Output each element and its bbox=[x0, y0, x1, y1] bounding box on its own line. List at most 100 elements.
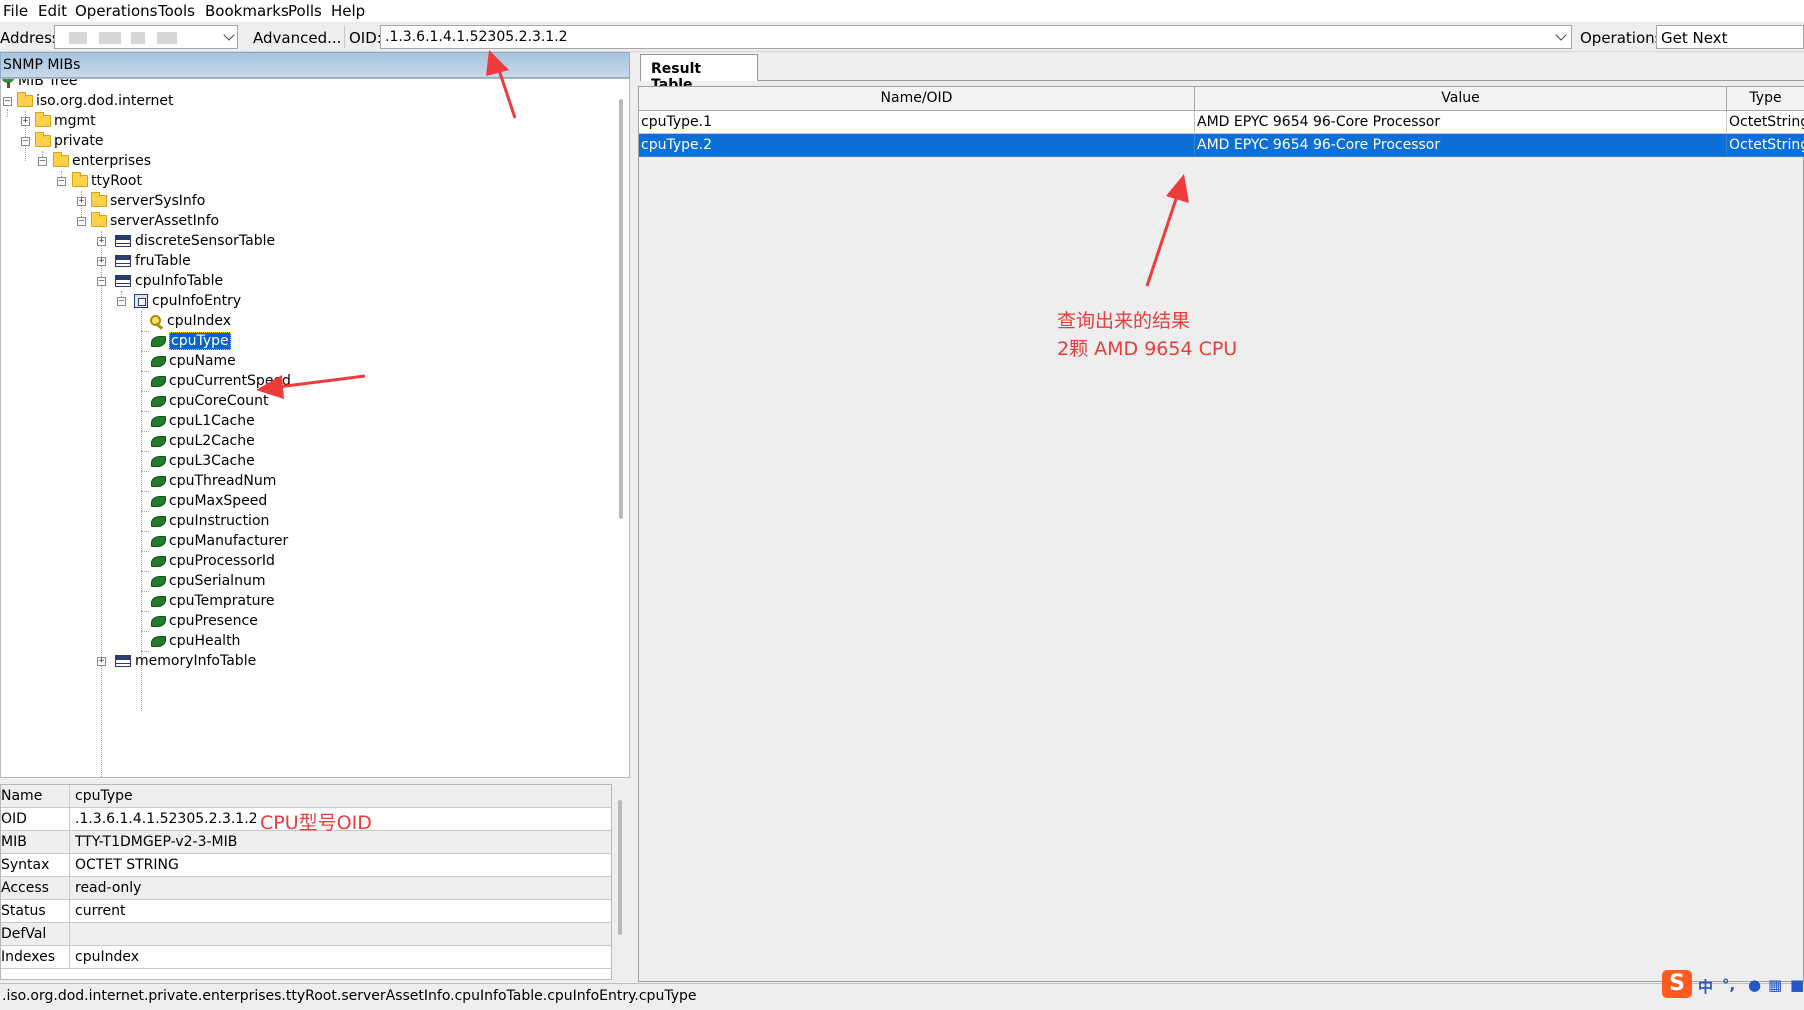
ime-mode[interactable]: 中 bbox=[1698, 976, 1713, 997]
collapse-toggle-icon[interactable]: – bbox=[97, 277, 106, 286]
menu-file[interactable]: File bbox=[3, 2, 28, 20]
leaf-icon bbox=[151, 555, 166, 567]
tree-node-memoryinfotable[interactable]: memoryInfoTable bbox=[115, 651, 256, 671]
tab-underline bbox=[758, 80, 1804, 81]
keyboard-icon[interactable]: ▦ bbox=[1768, 976, 1782, 994]
annotation-oid-note: CPU型号OID bbox=[260, 812, 372, 834]
tree-leaf-cpul2cache[interactable]: cpuL2Cache bbox=[151, 431, 255, 451]
tree-leaf-cpupresence[interactable]: cpuPresence bbox=[151, 611, 258, 631]
folder-icon bbox=[35, 112, 51, 127]
cell-name-oid: cpuType.1 bbox=[639, 111, 1195, 134]
tree-node-serversysinfo[interactable]: serverSysInfo bbox=[91, 191, 205, 211]
result-table: Name/OID Value Type cpuType.1 AMD EPYC 9… bbox=[638, 86, 1804, 982]
leaf-icon bbox=[151, 535, 166, 547]
tree-node-cpuinfoentry[interactable]: cpuInfoEntry bbox=[134, 291, 241, 311]
prop-row-indexes: Indexes cpuIndex bbox=[1, 946, 611, 969]
tree-node-mgmt[interactable]: mgmt bbox=[35, 111, 96, 131]
expand-toggle-icon[interactable]: + bbox=[77, 197, 86, 206]
menu-polls[interactable]: Polls bbox=[288, 2, 322, 20]
tree-node-iso[interactable]: iso.org.dod.internet bbox=[17, 91, 174, 111]
column-header-name-oid[interactable]: Name/OID bbox=[639, 87, 1195, 111]
tree-leaf-cpucurrentspeed[interactable]: cpuCurrentSpeed bbox=[151, 371, 291, 391]
leaf-icon bbox=[151, 375, 166, 387]
expand-toggle-icon[interactable]: + bbox=[97, 657, 106, 666]
leaf-icon bbox=[151, 635, 166, 647]
leaf-icon bbox=[151, 495, 166, 507]
mib-tree[interactable]: MIB Tree – iso.org.dod.internet + mgmt –… bbox=[0, 78, 630, 778]
collapse-toggle-icon[interactable]: – bbox=[117, 297, 126, 306]
props-scrollbar[interactable] bbox=[618, 800, 622, 935]
menu-help[interactable]: Help bbox=[331, 2, 365, 20]
tab-result-table[interactable]: Result Table bbox=[640, 54, 758, 93]
tree-leaf-cpuhealth[interactable]: cpuHealth bbox=[151, 631, 240, 651]
collapse-toggle-icon[interactable]: – bbox=[57, 177, 66, 186]
tree-leaf-cputype[interactable]: cpuType bbox=[151, 331, 231, 351]
collapse-toggle-icon[interactable]: – bbox=[77, 217, 86, 226]
tree-node-private[interactable]: private bbox=[35, 131, 104, 151]
separator bbox=[344, 26, 345, 48]
menu-tools[interactable]: Tools bbox=[158, 2, 195, 20]
prop-row-status: Status current bbox=[1, 900, 611, 923]
table-icon bbox=[115, 275, 131, 287]
tree-node-enterprises[interactable]: enterprises bbox=[53, 151, 151, 171]
tree-node-discretesensortable[interactable]: discreteSensorTable bbox=[115, 231, 275, 251]
address-field[interactable] bbox=[54, 25, 238, 49]
tree-node-cpuinfotable[interactable]: cpuInfoTable bbox=[115, 271, 223, 291]
leaf-icon bbox=[151, 335, 166, 347]
tree-leaf-cpul3cache[interactable]: cpuL3Cache bbox=[151, 451, 255, 471]
tree-leaf-cpucorecount[interactable]: cpuCoreCount bbox=[151, 391, 268, 411]
menu-bookmarks[interactable]: Bookmarks bbox=[205, 2, 289, 20]
tree-leaf-cpuindex[interactable]: cpuIndex bbox=[149, 311, 231, 331]
tree-leaf-cpuserialnum[interactable]: cpuSerialnum bbox=[151, 571, 265, 591]
column-header-type[interactable]: Type bbox=[1727, 87, 1804, 111]
tree-node-root[interactable]: MIB Tree bbox=[1, 79, 77, 91]
expand-toggle-icon[interactable]: + bbox=[21, 117, 30, 126]
shirt-icon[interactable]: ■ bbox=[1790, 976, 1804, 994]
oid-input[interactable]: .1.3.6.1.4.1.52305.2.3.1.2 bbox=[380, 25, 1572, 49]
tree-leaf-cputemprature[interactable]: cpuTemprature bbox=[151, 591, 275, 611]
leaf-icon bbox=[151, 395, 166, 407]
leaf-icon bbox=[151, 595, 166, 607]
tree-leaf-cpuprocessorid[interactable]: cpuProcessorId bbox=[151, 551, 275, 571]
tree-leaf-cpuinstruction[interactable]: cpuInstruction bbox=[151, 511, 269, 531]
toolbar: Address: Advanced... OID: .1.3.6.1.4.1.5… bbox=[0, 22, 1804, 52]
advanced-button[interactable]: Advanced... bbox=[242, 25, 341, 49]
collapse-toggle-icon[interactable]: – bbox=[3, 97, 12, 106]
leaf-icon bbox=[151, 515, 166, 527]
operations-select[interactable]: Get Next bbox=[1656, 25, 1804, 49]
expand-toggle-icon[interactable]: + bbox=[97, 257, 106, 266]
tree-scrollbar[interactable] bbox=[619, 99, 623, 519]
folder-icon bbox=[72, 172, 88, 187]
expand-toggle-icon[interactable]: + bbox=[97, 237, 106, 246]
leaf-icon bbox=[151, 355, 166, 367]
menu-operations[interactable]: Operations bbox=[75, 2, 157, 20]
chevron-down-icon[interactable] bbox=[223, 29, 235, 41]
tree-leaf-cpul1cache[interactable]: cpuL1Cache bbox=[151, 411, 255, 431]
cell-type: OctetString bbox=[1727, 111, 1804, 134]
chevron-down-icon[interactable] bbox=[1555, 29, 1567, 41]
menu-bar: File Edit Operations Tools Bookmarks Pol… bbox=[0, 0, 1804, 22]
tree-leaf-cpumanufacturer[interactable]: cpuManufacturer bbox=[151, 531, 288, 551]
tree-node-ttyroot[interactable]: ttyRoot bbox=[72, 171, 142, 191]
prop-row-defval: DefVal bbox=[1, 923, 611, 946]
microphone-icon[interactable]: ● bbox=[1748, 976, 1761, 994]
column-header-value[interactable]: Value bbox=[1195, 87, 1727, 111]
collapse-toggle-icon[interactable]: – bbox=[21, 137, 30, 146]
collapse-toggle-icon[interactable]: – bbox=[38, 157, 47, 166]
tree-node-frutable[interactable]: fruTable bbox=[115, 251, 191, 271]
folder-icon bbox=[53, 152, 69, 167]
tree-leaf-cpumaxspeed[interactable]: cpuMaxSpeed bbox=[151, 491, 267, 511]
key-icon bbox=[149, 314, 164, 329]
table-entry-icon bbox=[134, 294, 148, 308]
sogou-logo-icon[interactable]: S bbox=[1662, 970, 1692, 998]
tree-leaf-cputhreadnum[interactable]: cpuThreadNum bbox=[151, 471, 276, 491]
tree-node-serverassetinfo[interactable]: serverAssetInfo bbox=[91, 211, 219, 231]
punctuation-icon[interactable]: °, bbox=[1722, 976, 1735, 994]
table-row[interactable]: cpuType.1 AMD EPYC 9654 96-Core Processo… bbox=[639, 111, 1804, 134]
leaf-icon bbox=[151, 615, 166, 627]
table-row-selected[interactable]: cpuType.2 AMD EPYC 9654 96-Core Processo… bbox=[639, 134, 1804, 157]
menu-edit[interactable]: Edit bbox=[38, 2, 67, 20]
tree-leaf-cpuname[interactable]: cpuName bbox=[151, 351, 236, 371]
folder-icon bbox=[91, 212, 107, 227]
oid-label: OID: bbox=[349, 29, 382, 47]
